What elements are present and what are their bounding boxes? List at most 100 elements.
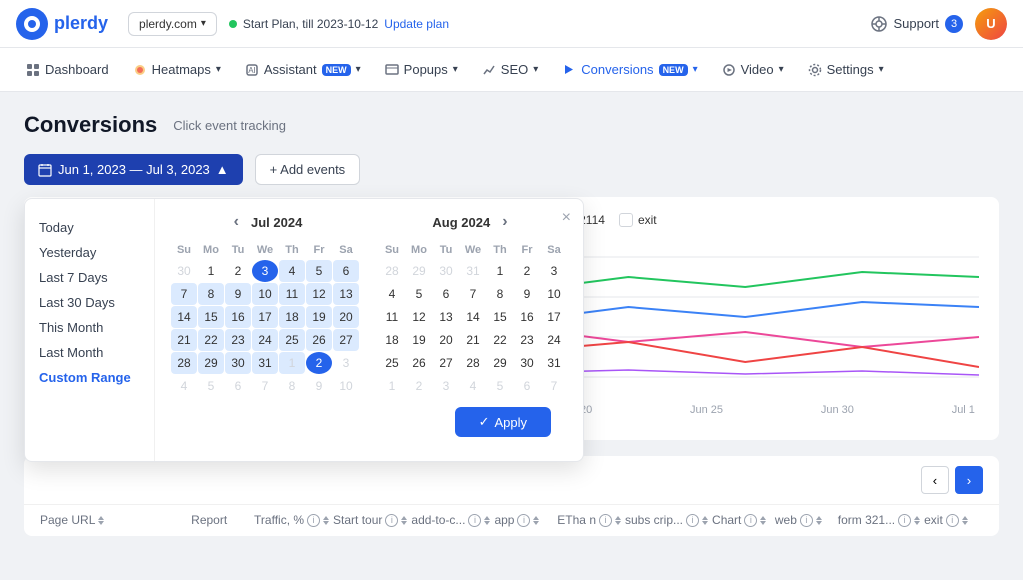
cal-day[interactable]: 1 <box>487 260 513 282</box>
cal-day[interactable]: 4 <box>171 375 197 397</box>
cal-day[interactable]: 5 <box>487 375 513 397</box>
cal-day[interactable]: 7 <box>541 375 567 397</box>
cal-day[interactable]: 2 <box>406 375 432 397</box>
nav-heatmaps[interactable]: Heatmaps ▾ <box>123 56 231 83</box>
cal-day[interactable]: 21 <box>171 329 197 351</box>
start-tour-info-icon[interactable]: i <box>385 514 398 527</box>
cal-day-selected-end[interactable]: 2 <box>306 352 332 374</box>
form-321-info-icon[interactable]: i <box>898 514 911 527</box>
cal-day[interactable]: 25 <box>379 352 405 374</box>
preset-last30[interactable]: Last 30 Days <box>39 290 140 315</box>
cal-day[interactable]: 6 <box>433 283 459 305</box>
sort-form-321[interactable] <box>914 516 920 525</box>
cal-day[interactable]: 14 <box>460 306 486 328</box>
cal-day[interactable]: 4 <box>460 375 486 397</box>
cal-day[interactable]: 5 <box>198 375 224 397</box>
cal-day[interactable]: 30 <box>225 352 251 374</box>
legend-exit-checkbox[interactable] <box>619 213 633 227</box>
cal-day[interactable]: 16 <box>225 306 251 328</box>
table-prev-button[interactable]: ‹ <box>921 466 949 494</box>
date-range-picker[interactable]: Jun 1, 2023 — Jul 3, 2023 ▲ <box>24 154 243 185</box>
cal-day[interactable]: 22 <box>487 329 513 351</box>
cal-day[interactable]: 4 <box>279 260 305 282</box>
nav-dashboard[interactable]: Dashboard <box>16 56 119 83</box>
cal-day[interactable]: 6 <box>333 260 359 282</box>
cal-day[interactable]: 6 <box>225 375 251 397</box>
cal-day[interactable]: 29 <box>487 352 513 374</box>
cal-day[interactable]: 8 <box>279 375 305 397</box>
update-plan-link[interactable]: Update plan <box>384 17 449 31</box>
support-button[interactable]: Support 3 <box>871 15 963 33</box>
app-info-icon[interactable]: i <box>517 514 530 527</box>
cal-day[interactable]: 3 <box>433 375 459 397</box>
cal-day[interactable]: 16 <box>514 306 540 328</box>
chart-info-icon[interactable]: i <box>744 514 757 527</box>
cal-day[interactable]: 20 <box>333 306 359 328</box>
preset-yesterday[interactable]: Yesterday <box>39 240 140 265</box>
preset-this-month[interactable]: This Month <box>39 315 140 340</box>
cal-day[interactable]: 21 <box>460 329 486 351</box>
cal-day[interactable]: 30 <box>171 260 197 282</box>
cal-day[interactable]: 7 <box>252 375 278 397</box>
nav-seo[interactable]: SEO ▾ <box>472 56 549 83</box>
cal-day[interactable]: 7 <box>460 283 486 305</box>
cal-day[interactable]: 28 <box>171 352 197 374</box>
cal-day[interactable]: 18 <box>379 329 405 351</box>
cal-day[interactable]: 27 <box>433 352 459 374</box>
sort-app[interactable] <box>533 516 539 525</box>
cal-day[interactable]: 30 <box>433 260 459 282</box>
cal-day[interactable]: 10 <box>333 375 359 397</box>
cal-day[interactable]: 1 <box>279 352 305 374</box>
sort-web[interactable] <box>816 516 822 525</box>
cal-day[interactable]: 9 <box>225 283 251 305</box>
cal-day[interactable]: 28 <box>379 260 405 282</box>
sort-subs-crip[interactable] <box>702 516 708 525</box>
calendar-close-button[interactable]: × <box>562 209 571 227</box>
sort-page-url[interactable] <box>98 516 104 525</box>
cal-day[interactable]: 31 <box>460 260 486 282</box>
cal-day[interactable]: 26 <box>406 352 432 374</box>
cal-day[interactable]: 8 <box>198 283 224 305</box>
cal-day[interactable]: 28 <box>460 352 486 374</box>
cal-day[interactable]: 1 <box>198 260 224 282</box>
cal-day[interactable]: 23 <box>514 329 540 351</box>
cal-day[interactable]: 3 <box>541 260 567 282</box>
nav-popups[interactable]: Popups ▾ <box>375 56 468 83</box>
traffic-info-icon[interactable]: i <box>307 514 320 527</box>
cal-day[interactable]: 19 <box>306 306 332 328</box>
cal-day[interactable]: 13 <box>333 283 359 305</box>
cal-day[interactable]: 10 <box>252 283 278 305</box>
cal-day[interactable]: 23 <box>225 329 251 351</box>
cal-day[interactable]: 29 <box>198 352 224 374</box>
cal-day[interactable]: 5 <box>406 283 432 305</box>
web-info-icon[interactable]: i <box>800 514 813 527</box>
cal-day[interactable]: 1 <box>379 375 405 397</box>
cal-day[interactable]: 18 <box>279 306 305 328</box>
cal-day-selected-start[interactable]: 3 <box>252 260 278 282</box>
sort-traffic[interactable] <box>323 516 329 525</box>
cal-day[interactable]: 12 <box>406 306 432 328</box>
domain-selector[interactable]: plerdy.com ▾ <box>128 12 217 36</box>
cal-day[interactable]: 4 <box>379 283 405 305</box>
cal-day[interactable]: 13 <box>433 306 459 328</box>
prev-month-button[interactable]: ‹ <box>228 211 245 233</box>
cal-day[interactable]: 3 <box>333 352 359 374</box>
cal-day[interactable]: 29 <box>406 260 432 282</box>
cal-day[interactable]: 8 <box>487 283 513 305</box>
preset-custom-range[interactable]: Custom Range <box>39 365 140 390</box>
nav-video[interactable]: Video ▾ <box>712 56 794 83</box>
sort-ethan[interactable] <box>615 516 621 525</box>
sort-chart[interactable] <box>760 516 766 525</box>
cal-day[interactable]: 30 <box>514 352 540 374</box>
cal-day[interactable]: 17 <box>252 306 278 328</box>
add-events-button[interactable]: + Add events <box>255 154 361 185</box>
cal-day[interactable]: 17 <box>541 306 567 328</box>
cal-day[interactable]: 24 <box>252 329 278 351</box>
cal-day[interactable]: 31 <box>252 352 278 374</box>
exit-info-icon[interactable]: i <box>946 514 959 527</box>
nav-assistant[interactable]: AI Assistant NEW ▾ <box>235 56 371 83</box>
cal-day[interactable]: 7 <box>171 283 197 305</box>
preset-last7[interactable]: Last 7 Days <box>39 265 140 290</box>
user-avatar[interactable]: U <box>975 8 1007 40</box>
cal-day[interactable]: 11 <box>279 283 305 305</box>
